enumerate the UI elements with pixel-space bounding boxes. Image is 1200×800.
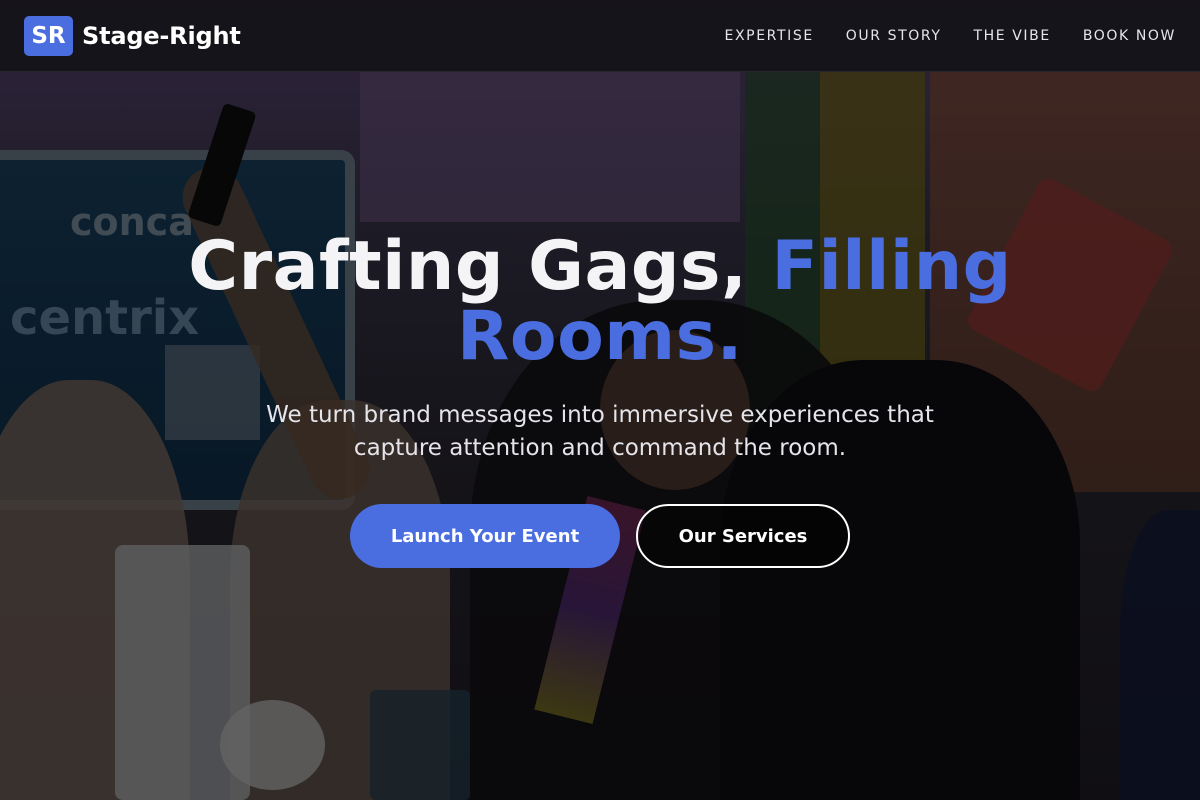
nav-link-expertise[interactable]: EXPERTISE [709,28,830,44]
nav-link-the-vibe[interactable]: THE VIBE [957,28,1066,44]
launch-event-button[interactable]: Launch Your Event [350,504,620,568]
nav-links: EXPERTISE OUR STORY THE VIBE BOOK NOW [709,28,1176,44]
brand-logo: SR [24,15,73,56]
our-services-button[interactable]: Our Services [636,504,850,568]
hero-subtitle: We turn brand messages into immersive ex… [266,402,934,461]
brand-home-link[interactable]: SR Stage-Right [24,15,241,56]
brand-name: Stage-Right [82,21,241,50]
top-navbar: SR Stage-Right EXPERTISE OUR STORY THE V… [0,0,1200,72]
nav-link-book-now[interactable]: BOOK NOW [1067,28,1176,44]
hero-cta-group: Launch Your Event Our Services [0,504,1200,568]
hero-title-plain: Crafting Gags, [188,227,772,306]
nav-link-our-story[interactable]: OUR STORY [830,28,958,44]
hero-title: Crafting Gags, Filling Rooms. [100,232,1100,372]
hero-section: Crafting Gags, Filling Rooms. We turn br… [0,72,1200,800]
